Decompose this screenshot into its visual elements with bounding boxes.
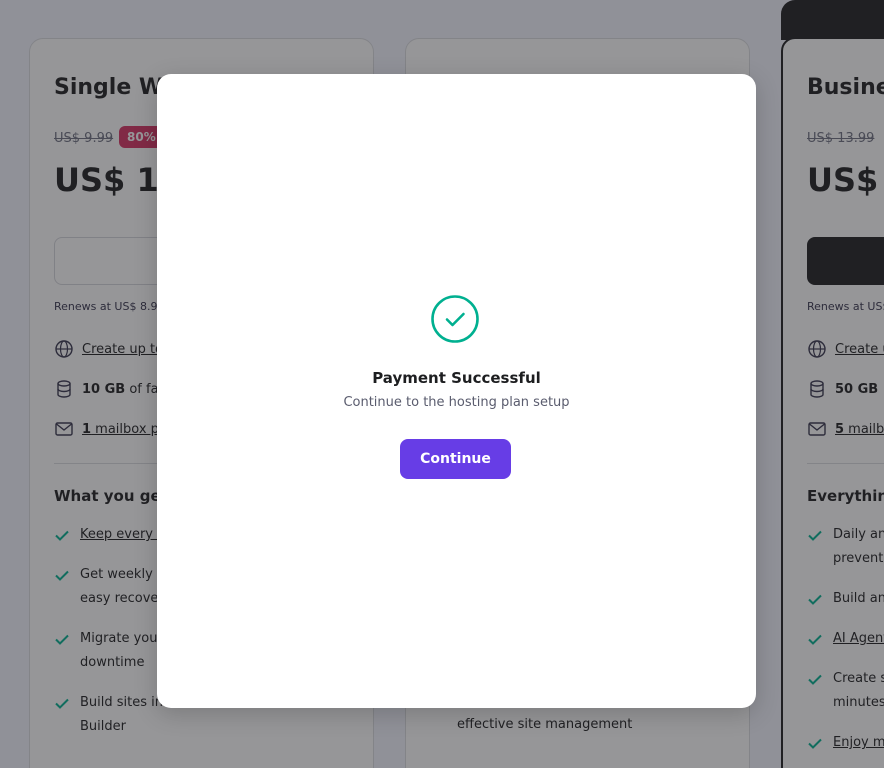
continue-button[interactable]: Continue bbox=[400, 439, 511, 479]
check-circle-icon bbox=[431, 295, 479, 343]
payment-success-dialog: Payment Successful Continue to the hosti… bbox=[157, 74, 756, 708]
dialog-subtitle: Continue to the hosting plan setup bbox=[343, 395, 570, 410]
dialog-title: Payment Successful bbox=[372, 369, 541, 387]
